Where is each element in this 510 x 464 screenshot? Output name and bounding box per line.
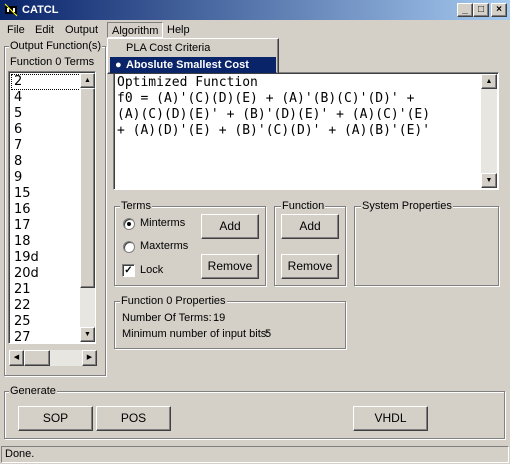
minterms-label: Minterms — [140, 217, 186, 229]
status-text: Done. — [5, 448, 35, 460]
minimize-button[interactable]: _ — [457, 3, 473, 17]
menu-bar: File Edit Output Algorithm Help — [0, 20, 510, 39]
terms-list[interactable]: 2 4 5 6 7 8 9 15 16 17 18 19d 20d 21 22 25 27 ▲ ▼ — [8, 71, 96, 344]
list-item[interactable]: 8 — [11, 154, 81, 170]
function-properties-group — [114, 301, 346, 349]
list-item[interactable]: 18 — [11, 234, 81, 250]
close-button[interactable]: × — [491, 3, 507, 17]
terms-add-button[interactable]: Add — [201, 214, 259, 239]
lock-label: Lock — [140, 264, 164, 276]
terms-list-hscroll[interactable]: ◀ ▶ — [9, 350, 97, 366]
pos-button[interactable]: POS — [96, 406, 171, 431]
scroll-thumb[interactable] — [80, 88, 95, 288]
function-line-1: f0 = (A)'(C)(D)(E) + (A)'(B)(C)'(D)' + — [117, 91, 415, 106]
list-item[interactable]: 21 — [11, 282, 81, 298]
function-remove-button[interactable]: Remove — [281, 254, 339, 279]
function-text-area[interactable]: Optimized Function f0 = (A)'(C)(D)(E) + … — [113, 72, 499, 190]
list-item[interactable]: 22 — [11, 298, 81, 314]
num-terms-value: 19 — [213, 312, 226, 324]
output-functions-label: Output Function(s) — [9, 40, 103, 52]
num-terms-label: Number Of Terms: — [122, 312, 212, 324]
bullet-icon: ● — [115, 59, 122, 71]
scroll-down-icon[interactable]: ▼ — [80, 327, 95, 342]
min-bits-value: 5 — [265, 328, 272, 340]
function-line-2: (A)(C)(D)(E)' + (B)'(D)(E)' + (A)(C)'(E) — [117, 107, 431, 122]
function-text-vscroll[interactable]: ▲ ▼ — [481, 74, 497, 188]
menu-item-pla-cost-criteria[interactable]: PLA Cost Criteria — [110, 40, 276, 56]
list-item[interactable]: 27 — [11, 330, 81, 343]
menu-output[interactable]: Output — [61, 22, 102, 38]
menu-edit[interactable]: Edit — [31, 22, 58, 38]
system-properties-group — [354, 206, 499, 286]
list-item[interactable]: 17 — [11, 218, 81, 234]
terms-list-vscroll[interactable]: ▲ ▼ — [80, 73, 95, 342]
minterms-radio[interactable] — [123, 218, 135, 230]
terms-remove-button[interactable]: Remove — [201, 254, 259, 279]
list-item[interactable]: 19d — [11, 250, 81, 266]
list-item[interactable]: 25 — [11, 314, 81, 330]
system-properties-label: System Properties — [361, 200, 453, 212]
scroll-right-icon[interactable]: ▶ — [82, 350, 97, 366]
window-title: CATCL — [22, 4, 59, 16]
vhdl-button[interactable]: VHDL — [353, 406, 428, 431]
menu-item-label: PLA Cost Criteria — [126, 42, 211, 54]
maxterms-label: Maxterms — [140, 240, 189, 252]
menu-algorithm[interactable]: Algorithm — [107, 22, 164, 38]
terms-list-items: 2 4 5 6 7 8 9 15 16 17 18 19d 20d 21 22 25 27 — [11, 74, 81, 343]
list-item[interactable]: 2 — [11, 74, 81, 90]
function-group-label: Function — [281, 200, 326, 212]
scroll-left-icon[interactable]: ◀ — [9, 350, 24, 366]
hscroll-thumb[interactable] — [24, 350, 50, 366]
terms-group-label: Terms — [120, 200, 152, 212]
list-header: Function 0 Terms — [10, 56, 95, 68]
sop-button[interactable]: SOP — [18, 406, 93, 431]
list-item[interactable]: 20d — [11, 266, 81, 282]
radio-selected-dot — [127, 222, 131, 226]
menu-item-absolute-smallest-cost[interactable]: ● Aboslute Smallest Cost — [110, 57, 276, 73]
function-title-line: Optimized Function — [117, 75, 258, 90]
lock-checkbox[interactable]: ✓ — [122, 264, 135, 277]
list-item[interactable]: 15 — [11, 186, 81, 202]
scroll-up-icon[interactable]: ▲ — [481, 74, 497, 89]
list-item[interactable]: 4 — [11, 90, 81, 106]
list-item[interactable]: 5 — [11, 106, 81, 122]
function-add-button[interactable]: Add — [281, 214, 339, 239]
menu-item-label: Aboslute Smallest Cost — [126, 59, 249, 71]
algorithm-menu: PLA Cost Criteria ● Aboslute Smallest Co… — [107, 38, 279, 74]
status-bar: Done. — [1, 446, 509, 463]
list-item[interactable]: 9 — [11, 170, 81, 186]
min-bits-label: Minimum number of input bits: — [122, 328, 270, 340]
function-properties-label: Function 0 Properties — [120, 295, 227, 307]
title-bar: CATCL _ □ × — [0, 0, 510, 20]
list-item[interactable]: 6 — [11, 122, 81, 138]
scroll-up-icon[interactable]: ▲ — [80, 73, 95, 88]
list-item[interactable]: 7 — [11, 138, 81, 154]
menu-help[interactable]: Help — [163, 22, 194, 38]
list-item[interactable]: 16 — [11, 202, 81, 218]
scroll-down-icon[interactable]: ▼ — [481, 173, 497, 188]
generate-label: Generate — [9, 385, 57, 397]
maxterms-radio[interactable] — [123, 241, 135, 253]
function-line-3: + (A)(D)'(E) + (B)'(C)(D)' + (A)(B)'(E)' — [117, 123, 431, 138]
maximize-button[interactable]: □ — [473, 3, 489, 17]
app-icon — [4, 3, 18, 17]
menu-file[interactable]: File — [3, 22, 29, 38]
